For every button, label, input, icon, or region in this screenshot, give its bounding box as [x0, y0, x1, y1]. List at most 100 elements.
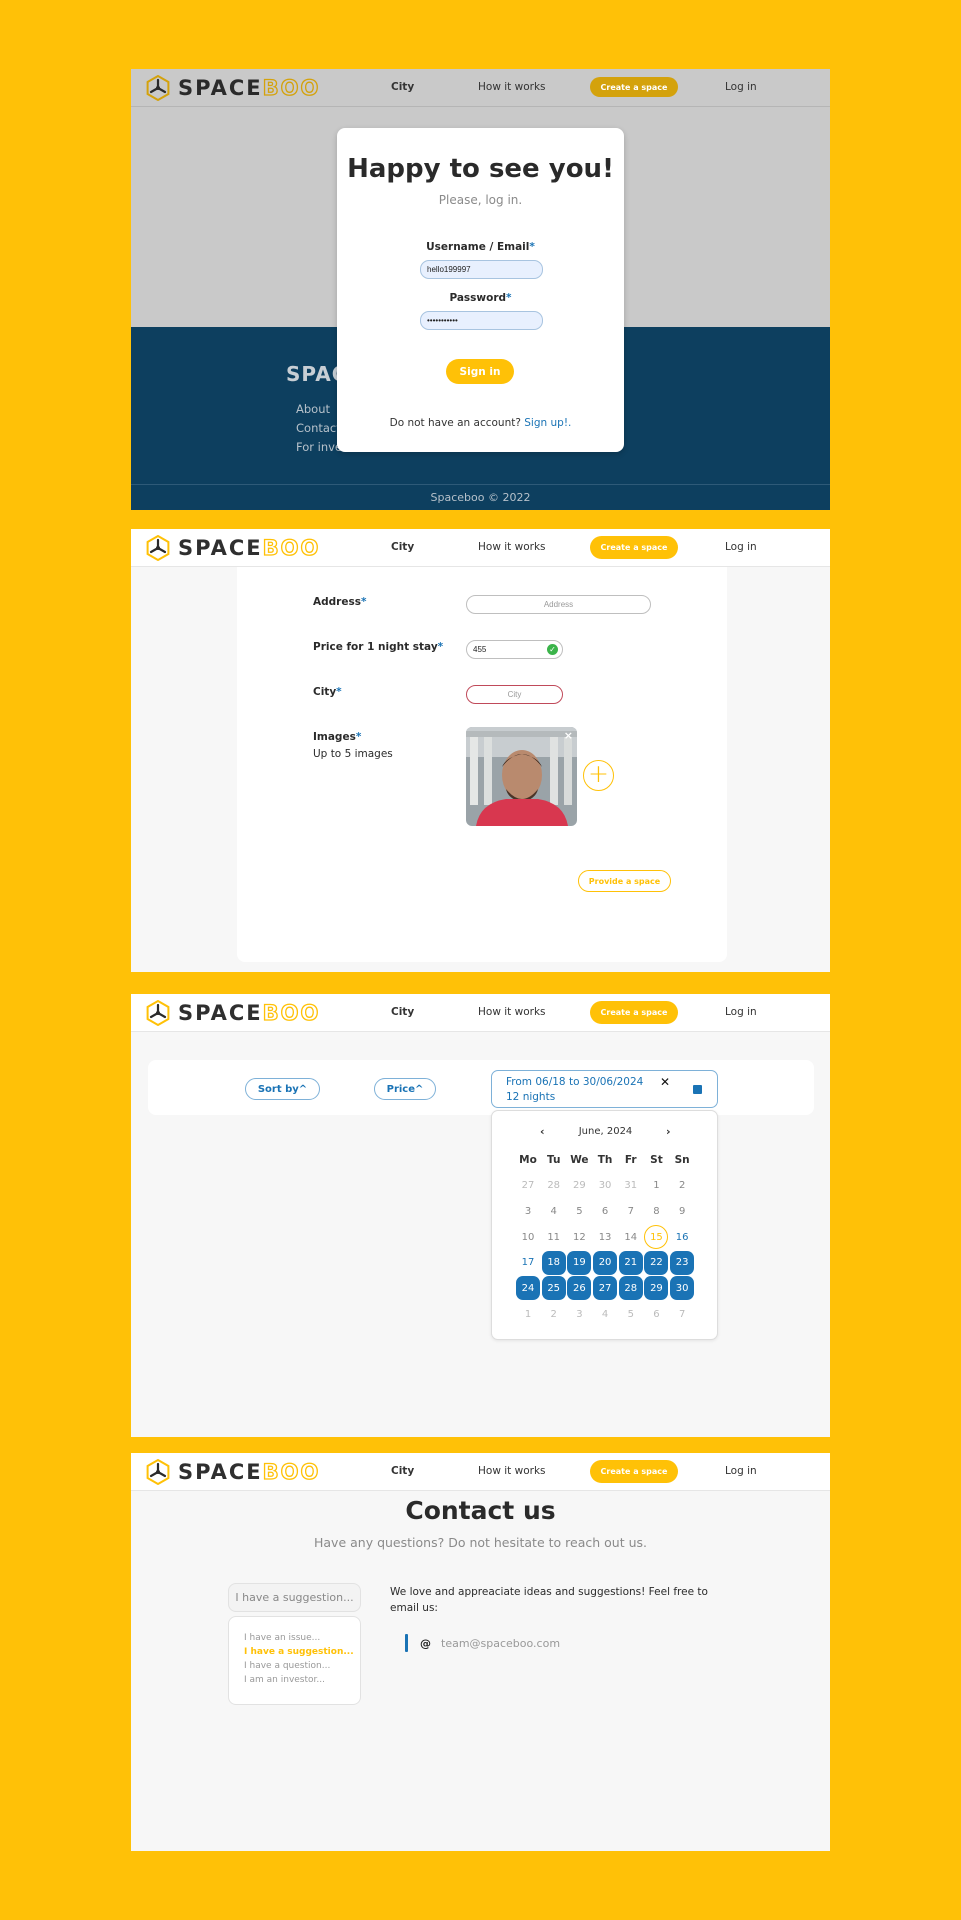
nav-login-link[interactable]: Log in — [725, 1006, 757, 1018]
provide-space-button[interactable]: Provide a space — [578, 870, 671, 892]
calendar-day[interactable]: 9 — [670, 1199, 694, 1223]
create-space-button[interactable]: Create a space — [590, 536, 678, 559]
calendar-day[interactable]: 12 — [567, 1225, 591, 1249]
calendar-day[interactable]: 8 — [644, 1199, 668, 1223]
calendar-day[interactable]: 5 — [567, 1199, 591, 1223]
login-modal: Happy to see you! Please, log in. Userna… — [337, 128, 624, 452]
nav-how-it-works-link[interactable]: How it works — [478, 541, 546, 553]
create-space-button[interactable]: Create a space — [590, 77, 678, 97]
sign-up-link[interactable]: Sign up!. — [524, 417, 571, 429]
footer-link-about[interactable]: About — [296, 402, 330, 416]
photo-image — [466, 727, 577, 826]
navbar: SPACEBOO City How it works Create a spac… — [131, 529, 830, 567]
nav-login-link[interactable]: Log in — [725, 81, 757, 93]
calendar-day[interactable]: 16 — [670, 1225, 694, 1249]
remove-image-icon[interactable]: × — [564, 729, 573, 742]
date-range-picker[interactable]: From 06/18 to 30/06/2024 12 nights ✕ — [491, 1070, 718, 1108]
clear-dates-icon[interactable]: ✕ — [660, 1075, 670, 1089]
calendar-day[interactable]: 3 — [516, 1199, 540, 1223]
calendar-day[interactable]: 19 — [567, 1250, 592, 1275]
logo-icon — [146, 1459, 170, 1485]
logo[interactable]: SPACEBOO — [145, 1000, 320, 1026]
address-input[interactable]: Address — [466, 595, 651, 614]
contact-email[interactable]: team@spaceboo.com — [441, 1637, 560, 1650]
calendar-day[interactable]: 23 — [670, 1250, 695, 1275]
calendar-day[interactable]: 14 — [619, 1225, 643, 1249]
logo[interactable]: SPACEBOO — [145, 75, 320, 101]
nav-login-link[interactable]: Log in — [725, 1465, 757, 1477]
calendar-day[interactable]: 11 — [542, 1225, 566, 1249]
username-input[interactable]: hello199997 — [420, 260, 543, 279]
weekday-header: Th — [597, 1154, 613, 1166]
check-icon: ✓ — [547, 644, 558, 655]
calendar-day[interactable]: 7 — [670, 1302, 694, 1326]
calendar-day[interactable]: 2 — [542, 1302, 566, 1326]
nav-login-link[interactable]: Log in — [725, 541, 757, 553]
logo[interactable]: SPACEBOO — [145, 1459, 320, 1485]
calendar-day[interactable]: 5 — [619, 1302, 643, 1326]
price-sort-button[interactable]: Price^ — [374, 1078, 436, 1100]
password-input[interactable]: ••••••••••• — [420, 311, 543, 330]
calendar-day[interactable]: 29 — [644, 1276, 669, 1301]
calendar-day[interactable]: 27 — [593, 1276, 618, 1301]
next-month-icon[interactable]: › — [666, 1125, 671, 1138]
calendar-day[interactable]: 27 — [516, 1174, 540, 1198]
topic-select[interactable]: I have a suggestion... — [228, 1583, 361, 1612]
calendar-day[interactable]: 13 — [593, 1225, 617, 1249]
sort-by-button[interactable]: Sort by^ — [245, 1078, 320, 1100]
nav-city-link[interactable]: City — [391, 81, 414, 93]
logo-icon — [146, 75, 170, 101]
calendar-day[interactable]: 6 — [644, 1302, 668, 1326]
sign-in-button[interactable]: Sign in — [446, 359, 514, 384]
topic-option[interactable]: I am an investor... — [244, 1675, 325, 1685]
date-range-text: From 06/18 to 30/06/2024 — [506, 1076, 644, 1088]
topic-option[interactable]: I have a question... — [244, 1661, 330, 1671]
calendar-day[interactable]: 25 — [541, 1276, 566, 1301]
logo-text-space: SPACE — [178, 76, 263, 100]
calendar-day[interactable]: 4 — [593, 1302, 617, 1326]
calendar-day[interactable]: 30 — [593, 1174, 617, 1198]
footer-link-contact[interactable]: Contact — [296, 421, 341, 435]
logo[interactable]: SPACEBOO — [145, 535, 320, 561]
create-space-button[interactable]: Create a space — [590, 1001, 678, 1024]
calendar-day[interactable]: 29 — [567, 1174, 591, 1198]
add-image-icon[interactable]: + — [583, 760, 614, 791]
logo-text-space: SPACE — [178, 1001, 263, 1025]
calendar-day[interactable]: 22 — [644, 1250, 669, 1275]
logo-icon — [146, 1000, 170, 1026]
calendar-day[interactable]: 4 — [542, 1199, 566, 1223]
calendar-day[interactable]: 20 — [593, 1250, 618, 1275]
calendar-day[interactable]: 26 — [567, 1276, 592, 1301]
calendar-day[interactable]: 30 — [670, 1276, 695, 1301]
calendar-day[interactable]: 28 — [618, 1276, 643, 1301]
calendar-day[interactable]: 24 — [516, 1276, 540, 1301]
city-input[interactable]: City — [466, 685, 563, 704]
nav-how-it-works-link[interactable]: How it works — [478, 1006, 546, 1018]
topic-option-selected[interactable]: I have a suggestion... — [244, 1647, 354, 1657]
calendar-day[interactable]: 1 — [644, 1174, 668, 1198]
calendar-day[interactable]: 28 — [542, 1174, 566, 1198]
nav-city-link[interactable]: City — [391, 1006, 414, 1018]
calendar-day[interactable]: 17 — [516, 1251, 540, 1275]
calendar-day[interactable]: 10 — [516, 1225, 540, 1249]
calendar-icon[interactable] — [693, 1085, 702, 1094]
create-space-button[interactable]: Create a space — [590, 1460, 678, 1483]
logo-text-boo: BOO — [262, 1000, 321, 1025]
nav-city-link[interactable]: City — [391, 541, 414, 553]
calendar-day[interactable]: 2 — [670, 1174, 694, 1198]
nav-city-link[interactable]: City — [391, 1465, 414, 1477]
topic-option[interactable]: I have an issue... — [244, 1633, 320, 1643]
calendar-day[interactable]: 18 — [541, 1250, 566, 1275]
navbar: SPACEBOO City How it works Create a spac… — [131, 1453, 830, 1491]
calendar-day[interactable]: 21 — [618, 1250, 643, 1275]
calendar-day[interactable]: 7 — [619, 1199, 643, 1223]
calendar-day[interactable]: 3 — [567, 1302, 591, 1326]
nav-how-it-works-link[interactable]: How it works — [478, 1465, 546, 1477]
calendar-day[interactable]: 15 — [644, 1225, 669, 1250]
calendar-day[interactable]: 1 — [516, 1302, 540, 1326]
nav-how-it-works-link[interactable]: How it works — [478, 81, 546, 93]
calendar-day[interactable]: 6 — [593, 1199, 617, 1223]
price-input[interactable]: 455 ✓ — [466, 640, 563, 659]
calendar-day[interactable]: 31 — [619, 1174, 643, 1198]
footer-copyright: Spaceboo © 2022 — [430, 491, 531, 504]
